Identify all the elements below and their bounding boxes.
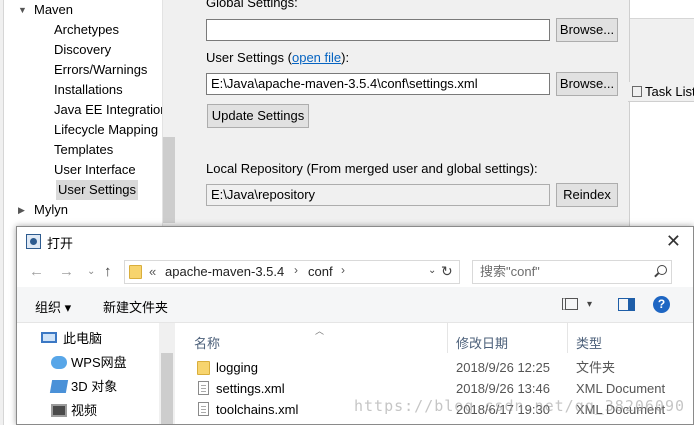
refresh-icon[interactable]: ↻	[441, 263, 453, 280]
organize-menu[interactable]: 组织 ▾	[35, 297, 71, 316]
document-icon	[198, 381, 209, 395]
file-name: toolchains.xml	[216, 402, 299, 417]
column-header-date[interactable]: 修改日期	[456, 333, 508, 352]
address-dropdown-icon[interactable]: ⌄	[428, 265, 436, 276]
breadcrumb-conf[interactable]: conf	[308, 264, 333, 279]
file-name: logging	[216, 360, 258, 375]
tree-item-lifecycle[interactable]: Lifecycle Mapping	[54, 120, 162, 140]
up-arrow-icon[interactable]: ↑	[104, 263, 112, 280]
tree-item-maven[interactable]: Maven	[34, 0, 142, 20]
user-settings-page: Global Settings: Browse... User Settings…	[188, 0, 630, 230]
cloud-icon	[51, 356, 67, 369]
breadcrumb-separator[interactable]: ›	[294, 263, 298, 277]
column-header-type[interactable]: 类型	[576, 333, 602, 352]
task-list-tab[interactable]: Task List	[628, 82, 694, 102]
chevron-down-icon[interactable]: ▼	[18, 5, 27, 15]
folder-icon	[129, 265, 142, 279]
column-divider[interactable]	[447, 323, 448, 353]
global-settings-label: Global Settings:	[206, 0, 298, 10]
navigation-bar: ← → ⌄ ↑ « apache-maven-3.5.4 › conf › ⌄ …	[17, 257, 693, 287]
task-list-label: Task List	[645, 84, 694, 99]
dialog-title: 打开	[47, 236, 74, 251]
column-header-name[interactable]: 名称	[194, 333, 220, 352]
watermark: https://blog.csdn.net/qq_38206090	[354, 397, 686, 415]
search-placeholder: 搜索"conf"	[480, 264, 540, 279]
view-dropdown-icon[interactable]: ▾	[587, 299, 592, 310]
file-type: 文件夹	[576, 360, 616, 375]
document-icon	[198, 402, 209, 416]
close-icon[interactable]: ✕	[666, 231, 681, 252]
global-browse-button[interactable]: Browse...	[556, 18, 618, 42]
view-options-icon[interactable]	[562, 298, 578, 310]
tree-item-installations[interactable]: Installations	[54, 80, 162, 100]
file-date: 2018/9/26 12:25	[456, 360, 550, 375]
breadcrumb-overflow[interactable]: «	[149, 264, 156, 279]
sidebar-label: 此电脑	[63, 331, 103, 346]
tree-item-errors-warnings[interactable]: Errors/Warnings	[54, 60, 162, 80]
file-row[interactable]: logging 2018/9/26 12:25 文件夹	[175, 357, 693, 378]
user-browse-button[interactable]: Browse...	[556, 72, 618, 96]
right-panel-mid	[630, 19, 694, 83]
tree-item-archetypes[interactable]: Archetypes	[54, 20, 162, 40]
tree-scrollbar-thumb[interactable]	[163, 137, 175, 223]
address-bar[interactable]: « apache-maven-3.5.4 › conf › ⌄ ↻	[124, 260, 460, 284]
user-settings-field[interactable]: E:\Java\apache-maven-3.5.4\conf\settings…	[206, 73, 550, 95]
new-folder-button[interactable]: 新建文件夹	[103, 297, 168, 316]
column-divider[interactable]	[567, 323, 568, 353]
breadcrumb-separator[interactable]: ›	[341, 263, 345, 277]
global-settings-field[interactable]	[206, 19, 550, 41]
breadcrumb-apache-maven[interactable]: apache-maven-3.5.4	[165, 264, 284, 279]
task-list-icon	[632, 86, 642, 97]
sidebar-item-3d-objects[interactable]: 3D 对象	[49, 376, 118, 398]
sidebar-item-this-pc[interactable]: 此电脑	[41, 328, 102, 350]
tree-item-discovery[interactable]: Discovery	[54, 40, 162, 60]
file-row[interactable]: settings.xml 2018/9/26 13:46 XML Documen…	[175, 378, 693, 399]
right-panel-top	[630, 0, 694, 19]
tree-item-user-settings[interactable]: User Settings	[56, 180, 139, 200]
user-settings-label-text: User Settings (	[206, 50, 292, 65]
help-icon[interactable]: ?	[653, 296, 670, 313]
local-repository-label: Local Repository (From merged user and g…	[206, 161, 538, 176]
preview-pane-icon[interactable]	[618, 298, 635, 311]
chevron-right-icon[interactable]: ▶	[18, 205, 25, 216]
sidebar-label: 3D 对象	[71, 379, 118, 394]
sidebar-item-videos[interactable]: 视频	[51, 400, 97, 422]
file-type: XML Document	[576, 381, 666, 396]
update-settings-button[interactable]: Update Settings	[207, 104, 309, 128]
navigation-scrollbar-thumb[interactable]	[161, 353, 173, 424]
dialog-titlebar: 打开 ✕	[17, 227, 693, 257]
command-bar: 组织 ▾ 新建文件夹 ▾ ?	[17, 287, 693, 323]
folder-icon	[197, 361, 210, 375]
reindex-button[interactable]: Reindex	[556, 183, 618, 207]
back-arrow-icon[interactable]: ←	[29, 263, 44, 280]
right-panel-low	[630, 102, 694, 230]
sidebar-label: 视频	[71, 403, 98, 418]
search-icon[interactable]	[657, 265, 667, 275]
eclipse-icon	[26, 234, 41, 249]
sidebar-label: WPS网盘	[71, 355, 127, 370]
user-settings-label-suffix: ):	[341, 50, 350, 65]
sort-ascending-icon: ︿	[315, 326, 325, 336]
open-file-dialog: 打开 ✕ ← → ⌄ ↑ « apache-maven-3.5.4 › conf…	[16, 226, 694, 425]
cube-icon	[49, 380, 69, 393]
file-name: settings.xml	[216, 381, 285, 396]
tree-item-java-ee[interactable]: Java EE Integration	[54, 100, 162, 120]
recent-locations-icon[interactable]: ⌄	[87, 266, 95, 277]
file-date: 2018/9/26 13:46	[456, 381, 550, 396]
tree-item-mylyn[interactable]: Mylyn	[34, 200, 142, 220]
computer-icon	[41, 332, 57, 343]
navigation-pane: 此电脑 WPS网盘 3D 对象 视频	[17, 323, 159, 424]
video-icon	[51, 404, 67, 417]
tree-item-user-interface[interactable]: User Interface	[54, 160, 162, 180]
tree-item-templates[interactable]: Templates	[54, 140, 162, 160]
open-file-link[interactable]: open file	[292, 50, 341, 65]
user-settings-label: User Settings (open file):	[206, 50, 349, 65]
search-box[interactable]: 搜索"conf"	[472, 260, 672, 284]
local-repository-field: E:\Java\repository	[206, 184, 550, 206]
sidebar-item-wps[interactable]: WPS网盘	[51, 352, 127, 374]
forward-arrow-icon[interactable]: →	[59, 263, 74, 280]
